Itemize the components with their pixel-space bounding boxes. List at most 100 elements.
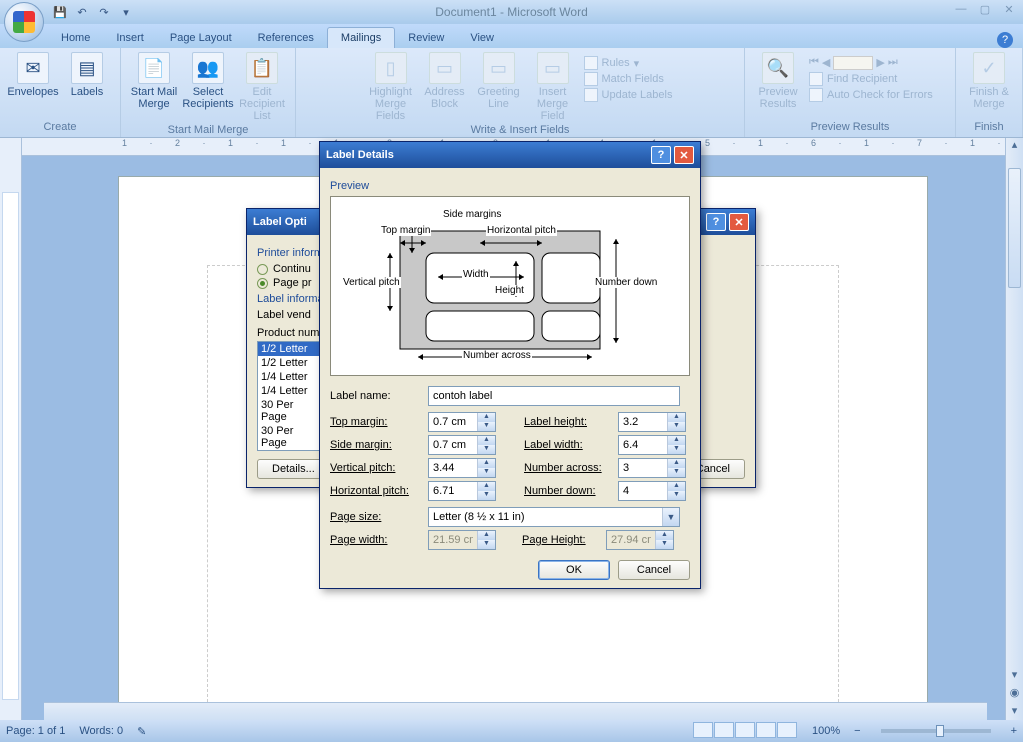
envelopes-button[interactable]: ✉Envelopes [8, 52, 58, 98]
tab-insert[interactable]: Insert [103, 28, 157, 48]
greeting-line-button: ▭Greeting Line [474, 52, 524, 110]
match-icon [584, 72, 598, 86]
spin-up-icon: ▲ [478, 413, 495, 422]
insert-field-icon: ▭ [537, 52, 569, 84]
next-page-icon[interactable]: ▾ [1006, 704, 1023, 720]
recipients-icon: 👥 [192, 52, 224, 84]
help-icon[interactable]: ? [997, 32, 1013, 48]
group-write-label: Write & Insert Fields [471, 122, 570, 138]
select-recipients-button[interactable]: 👥Select Recipients [183, 52, 233, 110]
view-buttons[interactable] [693, 722, 798, 741]
list-item[interactable]: 30 Per Page [258, 398, 322, 424]
ok-button[interactable]: OK [538, 560, 610, 580]
rules-icon [584, 56, 598, 70]
zoom-in-icon[interactable]: + [1011, 725, 1017, 737]
start-mail-merge-button[interactable]: 📄Start Mail Merge [129, 52, 179, 110]
zoom-slider[interactable] [881, 729, 991, 733]
list-item[interactable]: 1/2 Letter [258, 342, 322, 356]
auto-check-button: Auto Check for Errors [809, 88, 945, 102]
product-listbox[interactable]: 1/2 Letter 1/2 Letter 1/4 Letter 1/4 Let… [257, 341, 323, 451]
tab-page-layout[interactable]: Page Layout [157, 28, 245, 48]
address-icon: ▭ [429, 52, 461, 84]
number-down-input[interactable]: ▲▼ [618, 481, 686, 501]
finish-icon: ✓ [973, 52, 1005, 84]
envelope-icon: ✉ [17, 52, 49, 84]
finish-merge-button: ✓Finish & Merge [964, 52, 1014, 110]
chevron-down-icon[interactable]: ▼ [662, 508, 679, 526]
page-size-combo[interactable]: Letter (8 ½ x 11 in)▼ [428, 507, 680, 527]
zoom-level[interactable]: 100% [812, 725, 840, 737]
scroll-up-icon[interactable]: ▴ [1006, 138, 1023, 154]
insert-merge-field-button: ▭Insert Merge Field [528, 52, 578, 122]
rules-button: Rules ▾ [584, 56, 673, 70]
page-status[interactable]: Page: 1 of 1 [6, 725, 65, 737]
spin-down-icon: ▼ [478, 422, 495, 431]
vertical-scrollbar[interactable]: ▴ ▾ ◉ ▾ [1005, 138, 1023, 720]
greeting-icon: ▭ [483, 52, 515, 84]
vertical-ruler [0, 138, 22, 720]
tab-review[interactable]: Review [395, 28, 457, 48]
tab-view[interactable]: View [457, 28, 507, 48]
label-name-input[interactable] [428, 386, 680, 406]
label-options-title: Label Opti [253, 216, 307, 228]
app-title: Document1 - Microsoft Word [0, 5, 1023, 19]
tab-references[interactable]: References [245, 28, 327, 48]
proofing-icon[interactable]: ✎ [137, 725, 146, 738]
mail-merge-icon: 📄 [138, 52, 170, 84]
close-icon[interactable]: ✕ [729, 213, 749, 231]
highlight-merge-fields-button: ▯Highlight Merge Fields [366, 52, 416, 122]
check-icon [809, 88, 823, 102]
label-height-input[interactable]: ▲▼ [618, 412, 686, 432]
number-across-input[interactable]: ▲▼ [618, 458, 686, 478]
preview-icon: 🔍 [762, 52, 794, 84]
update-labels-button: Update Labels [584, 88, 673, 102]
find-recipient-button: Find Recipient [809, 72, 945, 86]
find-icon [809, 72, 823, 86]
office-button[interactable] [4, 2, 44, 42]
label-details-dialog: Label Details ?✕ Preview [319, 141, 701, 589]
edit-list-icon: 📋 [246, 52, 278, 84]
close-icon[interactable]: ✕ [674, 146, 694, 164]
top-margin-input[interactable]: ▲▼ [428, 412, 496, 432]
group-start-label: Start Mail Merge [168, 122, 249, 138]
scroll-down-icon[interactable]: ▾ [1006, 668, 1023, 684]
label-details-title: Label Details [326, 149, 394, 161]
help-icon[interactable]: ? [651, 146, 671, 164]
list-item[interactable]: 1/2 Letter [258, 356, 322, 370]
preview-label: Preview [330, 180, 690, 192]
preview-results-button: 🔍Preview Results [753, 52, 803, 110]
vertical-pitch-input[interactable]: ▲▼ [428, 458, 496, 478]
match-fields-button: Match Fields [584, 72, 673, 86]
horizontal-scrollbar[interactable] [44, 702, 987, 720]
label-width-input[interactable]: ▲▼ [618, 435, 686, 455]
list-item[interactable]: 1/4 Letter [258, 384, 322, 398]
zoom-out-icon[interactable]: − [854, 725, 860, 737]
labels-icon: ▤ [71, 52, 103, 84]
record-nav: ⏮◀▶⏭ [809, 56, 945, 70]
restore-icon[interactable]: ▢ [977, 3, 993, 16]
preview-diagram: Side margins Top margin Horizontal pitch… [330, 196, 690, 376]
tab-mailings[interactable]: Mailings [327, 27, 395, 48]
tab-home[interactable]: Home [48, 28, 103, 48]
group-create-label: Create [43, 119, 76, 135]
highlight-icon: ▯ [375, 52, 407, 84]
list-item[interactable]: 30 Per Page [258, 424, 322, 450]
group-preview-label: Preview Results [811, 119, 890, 135]
scroll-thumb[interactable] [1008, 168, 1021, 288]
label-name-label: Label name: [330, 390, 422, 402]
update-icon [584, 88, 598, 102]
list-item[interactable]: 1/4 Letter [258, 370, 322, 384]
words-status[interactable]: Words: 0 [79, 725, 123, 737]
prev-page-icon[interactable]: ◉ [1006, 686, 1023, 702]
help-icon[interactable]: ? [706, 213, 726, 231]
page-width-input: ▲▼ [428, 530, 496, 550]
group-finish-label: Finish [974, 119, 1003, 135]
close-icon[interactable]: ✕ [1001, 3, 1017, 16]
labels-button[interactable]: ▤Labels [62, 52, 112, 98]
minimize-icon[interactable]: — [953, 3, 969, 16]
address-block-button: ▭Address Block [420, 52, 470, 110]
edit-recipient-list-button: 📋Edit Recipient List [237, 52, 287, 122]
horizontal-pitch-input[interactable]: ▲▼ [428, 481, 496, 501]
side-margin-input[interactable]: ▲▼ [428, 435, 496, 455]
cancel-button[interactable]: Cancel [618, 560, 690, 580]
